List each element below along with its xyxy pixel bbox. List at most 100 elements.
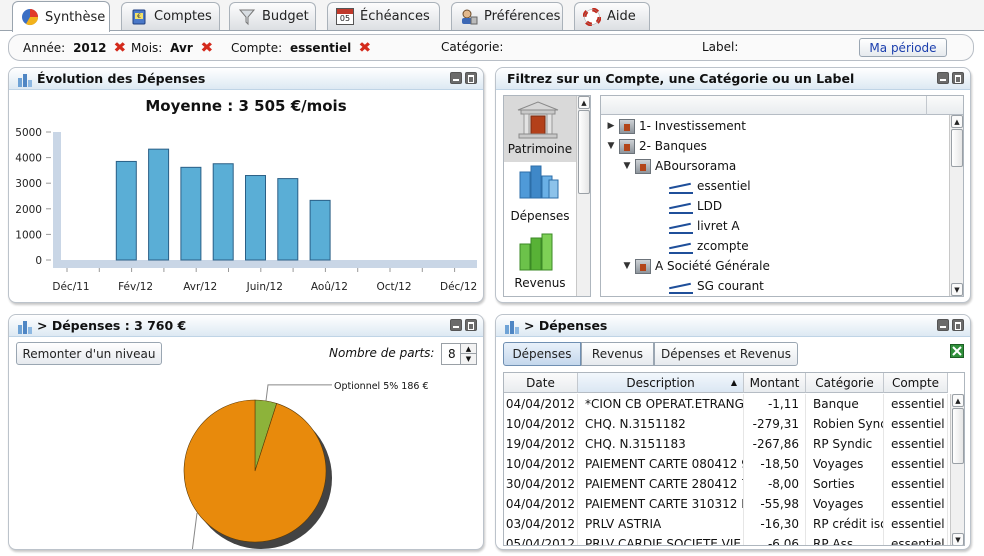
tab-preferences[interactable]: Préférences — [451, 2, 563, 30]
collapse-arrow-icon[interactable]: ▼ — [621, 156, 633, 176]
table-cell[interactable]: PRLV ASTRIA — [578, 514, 744, 534]
table-cell[interactable]: 03/04/2012 — [504, 514, 578, 534]
ma-periode-button[interactable]: Ma période — [859, 38, 947, 57]
scroll-down-icon[interactable]: ▼ — [952, 533, 964, 545]
column-header-4[interactable]: Compte — [884, 373, 948, 393]
table-cell[interactable]: -1,11 — [744, 394, 806, 414]
toggle-depenses-button[interactable]: Dépenses — [503, 342, 581, 366]
remonter-niveau-button[interactable]: Remonter d'un niveau — [16, 342, 162, 365]
tree-node[interactable]: ▼ A Société Générale — [621, 256, 770, 276]
table-cell[interactable]: 19/04/2012 — [504, 434, 578, 454]
tree-node[interactable]: LDD — [637, 196, 722, 216]
tree-node[interactable]: livret A — [637, 216, 740, 236]
table-cell[interactable]: PRLV CARDIF SOCIETE VIE — [578, 534, 744, 545]
minimize-icon[interactable] — [937, 319, 949, 331]
collapse-arrow-icon[interactable]: ▼ — [621, 256, 633, 276]
maximize-icon[interactable] — [952, 319, 964, 331]
column-header-1[interactable]: Description ▲ — [578, 373, 744, 393]
column-header-3[interactable]: Catégorie — [806, 373, 884, 393]
table-scrollbar[interactable]: ▲ ▼ — [950, 394, 964, 545]
scroll-up-icon[interactable]: ▲ — [951, 115, 963, 128]
column-header-0[interactable]: Date — [504, 373, 578, 393]
spinner-up-icon[interactable]: ▲ — [460, 344, 476, 354]
table-cell[interactable]: RP crédit isol — [806, 514, 884, 534]
table-cell[interactable]: 04/04/2012 — [504, 494, 578, 514]
scroll-down-icon[interactable]: ▼ — [951, 283, 963, 296]
scroll-thumb[interactable] — [951, 129, 963, 167]
scroll-thumb[interactable] — [952, 408, 964, 464]
x-tick-label: Juin/12 — [246, 281, 283, 293]
remove-mois-icon[interactable]: ✖ — [200, 40, 213, 56]
tree-node[interactable]: ▶ 1- Investissement — [605, 116, 746, 136]
tree-node[interactable]: ▼ ABoursorama — [621, 156, 736, 176]
minimize-icon[interactable] — [450, 72, 462, 84]
table-cell[interactable]: *CION CB OPERAT.ETRANGE — [578, 394, 744, 414]
minimize-icon[interactable] — [450, 319, 462, 331]
table-cell[interactable]: -279,31 — [744, 414, 806, 434]
maximize-icon[interactable] — [465, 319, 477, 331]
excel-export-icon[interactable] — [950, 344, 964, 358]
table-cell[interactable]: RP Syndic — [806, 434, 884, 454]
parts-spinner[interactable]: 8 ▲ ▼ — [441, 343, 477, 365]
category-item-depenses[interactable]: Dépenses — [504, 162, 576, 230]
minimize-icon[interactable] — [937, 72, 949, 84]
toggle-depenses-revenus-button[interactable]: Dépenses et Revenus — [654, 342, 798, 366]
table-cell[interactable]: 10/04/2012 — [504, 414, 578, 434]
toggle-revenus-button[interactable]: Revenus — [581, 342, 654, 366]
tree-node[interactable]: essentiel — [637, 176, 751, 196]
table-cell[interactable]: Sorties — [806, 474, 884, 494]
table-cell[interactable]: -55,98 — [744, 494, 806, 514]
scroll-thumb[interactable] — [578, 110, 590, 194]
table-cell[interactable]: essentiel — [884, 454, 948, 474]
table-cell[interactable]: essentiel — [884, 394, 948, 414]
spinner-down-icon[interactable]: ▼ — [460, 354, 476, 364]
table-cell[interactable]: Robien Syndic — [806, 414, 884, 434]
maximize-icon[interactable] — [465, 72, 477, 84]
tab-aide[interactable]: Aide — [574, 2, 650, 30]
scroll-up-icon[interactable]: ▲ — [578, 96, 590, 109]
table-cell[interactable]: PAIEMENT CARTE 310312 KE — [578, 494, 744, 514]
table-cell[interactable]: essentiel — [884, 514, 948, 534]
table-cell[interactable]: 30/04/2012 — [504, 474, 578, 494]
maximize-icon[interactable] — [952, 72, 964, 84]
table-cell[interactable]: -6,06 — [744, 534, 806, 545]
tab-budget[interactable]: Budget — [229, 2, 316, 30]
tree-node[interactable]: SG courant — [637, 276, 764, 296]
table-cell[interactable]: CHQ. N.3151183 — [578, 434, 744, 454]
expand-arrow-icon[interactable]: ▶ — [605, 116, 617, 136]
remove-compte-icon[interactable]: ✖ — [358, 40, 371, 56]
tab-comptes[interactable]: € Comptes — [121, 2, 220, 30]
table-cell[interactable]: essentiel — [884, 474, 948, 494]
tree-node[interactable]: ▼ 2- Banques — [605, 136, 707, 156]
remove-annee-icon[interactable]: ✖ — [114, 40, 127, 56]
column-header-2[interactable]: Montant — [744, 373, 806, 393]
category-item-revenus[interactable]: Revenus — [504, 230, 576, 296]
tab-synthese[interactable]: Synthèse — [12, 1, 110, 32]
table-cell[interactable]: -267,86 — [744, 434, 806, 454]
scroll-up-icon[interactable]: ▲ — [952, 394, 964, 407]
table-cell[interactable]: 10/04/2012 — [504, 454, 578, 474]
table-cell[interactable]: 05/04/2012 — [504, 534, 578, 545]
table-cell[interactable]: -8,00 — [744, 474, 806, 494]
table-cell[interactable]: essentiel — [884, 414, 948, 434]
table-cell[interactable]: CHQ. N.3151182 — [578, 414, 744, 434]
table-cell[interactable]: Voyages — [806, 454, 884, 474]
table-cell[interactable]: -16,30 — [744, 514, 806, 534]
table-cell[interactable]: -18,50 — [744, 454, 806, 474]
table-cell[interactable]: PAIEMENT CARTE 080412 95 — [578, 454, 744, 474]
category-list-scrollbar[interactable]: ▲ — [576, 96, 590, 296]
collapse-arrow-icon[interactable]: ▼ — [605, 136, 617, 156]
table-cell[interactable]: Banque — [806, 394, 884, 414]
tab-echeances[interactable]: 05 Échéances — [327, 2, 440, 30]
table-cell[interactable]: RP Ass — [806, 534, 884, 545]
table-cell[interactable]: essentiel — [884, 534, 948, 545]
table-cell[interactable]: 04/04/2012 — [504, 394, 578, 414]
table-cell[interactable]: Voyages — [806, 494, 884, 514]
tree-node[interactable]: zcompte — [637, 236, 749, 256]
table-cell[interactable]: essentiel — [884, 494, 948, 514]
tree-scrollbar[interactable]: ▲ ▼ — [949, 115, 963, 296]
table-cell[interactable]: PAIEMENT CARTE 280412 77 — [578, 474, 744, 494]
category-item-patrimoine[interactable]: Patrimoine — [504, 96, 576, 162]
parts-value[interactable]: 8 — [448, 347, 456, 361]
table-cell[interactable]: essentiel — [884, 434, 948, 454]
